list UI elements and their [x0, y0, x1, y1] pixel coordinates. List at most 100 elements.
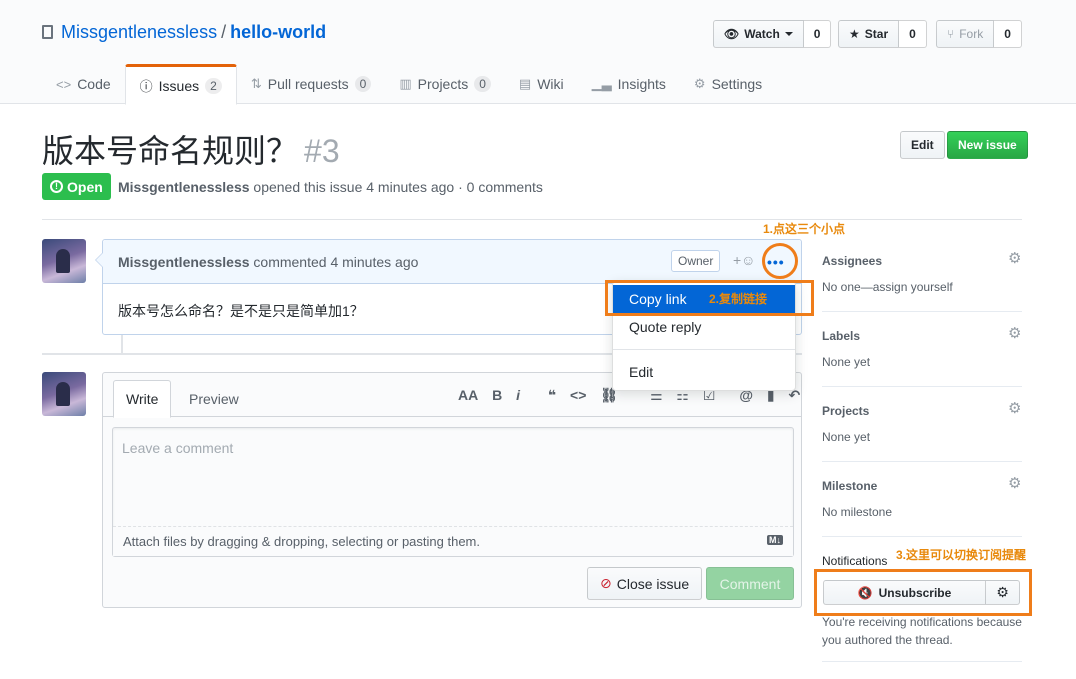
- issue-meta: Missgentlenessless opened this issue 4 m…: [118, 179, 543, 195]
- header-text-icon[interactable]: AA: [458, 387, 478, 403]
- sidebar-divider: [822, 311, 1022, 312]
- book-icon: ▤: [518, 76, 532, 91]
- repo-header: Missgentlenessless / hello-world 👁 Watch 0…: [0, 0, 1076, 105]
- tab-wiki[interactable]: ▤ Wiki: [505, 64, 578, 104]
- add-reaction-icon[interactable]: +☺: [733, 252, 755, 268]
- assignees-heading[interactable]: Assignees: [822, 254, 1022, 268]
- issue-title: 版本号命名规则？ #3: [42, 126, 340, 172]
- gear-icon[interactable]: ⚙: [1008, 401, 1022, 416]
- fork-button[interactable]: ⑂ Fork: [936, 20, 995, 48]
- tab-issues[interactable]: ⓘ Issues 2: [124, 64, 237, 105]
- repo-nav: <> Code ⓘ Issues 2 ⇅ Pull requests 0 ▥ P…: [42, 64, 776, 105]
- tab-issues-label: Issues: [158, 77, 200, 94]
- sidebar-labels: Labels ⚙ None yet: [822, 326, 1022, 369]
- star-label: Star: [864, 27, 889, 41]
- notifications-note: You're receiving notifications because y…: [822, 615, 1022, 647]
- annotation-step1: 1.点这三个小点: [763, 222, 846, 236]
- comment-body: 版本号怎么命名？是不是只是简单加1？: [118, 303, 364, 319]
- tab-code[interactable]: <> Code: [42, 64, 125, 104]
- fork-icon: ⑂: [947, 27, 955, 41]
- sidebar-divider: [822, 461, 1022, 462]
- gear-icon[interactable]: ⚙: [1008, 251, 1022, 266]
- issue-opened-icon: ⓘ: [139, 79, 153, 94]
- annotation-step2: 2.复制链接: [709, 292, 768, 306]
- attach-files-text: Attach files by dragging & dropping, sel…: [123, 534, 480, 549]
- edit-title-button[interactable]: Edit: [900, 131, 945, 159]
- star-group: ★ Star 0: [838, 20, 927, 48]
- tab-wiki-label: Wiki: [537, 76, 564, 92]
- fork-group: ⑂ Fork 0: [936, 20, 1022, 48]
- comment-button[interactable]: Comment: [706, 567, 794, 600]
- sidebar-projects: Projects ⚙ None yet: [822, 401, 1022, 444]
- labels-heading[interactable]: Labels: [822, 329, 1022, 343]
- gear-icon[interactable]: ⚙: [1008, 326, 1022, 341]
- sidebar-assignees: Assignees ⚙ No one—assign yourself: [822, 251, 1022, 294]
- italic-icon[interactable]: i: [516, 387, 520, 403]
- tab-insights-label: Insights: [617, 76, 666, 92]
- labels-value: None yet: [822, 355, 871, 369]
- attach-files-bar[interactable]: Attach files by dragging & dropping, sel…: [113, 526, 793, 556]
- projects-heading[interactable]: Projects: [822, 404, 1022, 418]
- comment-author-link[interactable]: Missgentlenessless: [118, 254, 250, 270]
- star-icon: ★: [849, 27, 860, 41]
- dropdown-divider: [613, 349, 795, 350]
- repo-name-link[interactable]: hello-world: [230, 22, 326, 42]
- close-issue-button[interactable]: ⊘ Close issue: [587, 567, 703, 600]
- tab-insights[interactable]: ▁▃ Insights: [578, 64, 680, 104]
- gear-icon[interactable]: ⚙: [1008, 476, 1022, 491]
- new-comment-form: Write Preview AA B i ❝ <> ⛓ ☰ ☷ ☑ @ ▮ ↶ …: [102, 372, 802, 608]
- assignees-value[interactable]: No one—assign yourself: [822, 280, 1022, 294]
- tab-settings[interactable]: ⚙ Settings: [680, 64, 776, 104]
- repo-icon: [42, 25, 53, 39]
- bold-icon[interactable]: B: [492, 387, 502, 403]
- code-icon[interactable]: <>: [570, 387, 586, 403]
- timeline-connector: [121, 335, 123, 353]
- star-button[interactable]: ★ Star: [838, 20, 900, 48]
- graph-icon: ▁▃: [591, 76, 612, 91]
- sidebar-divider: [822, 661, 1022, 662]
- repo-owner-link[interactable]: Missgentlenessless: [61, 22, 217, 42]
- repo-title: Missgentlenessless / hello-world: [42, 22, 326, 43]
- edit-menu-item[interactable]: Edit: [613, 358, 795, 386]
- tab-projects-label: Projects: [417, 76, 469, 92]
- tab-settings-label: Settings: [711, 76, 763, 92]
- annotation-box-unsubscribe: [814, 569, 1032, 616]
- sidebar-divider: [822, 386, 1022, 387]
- tab-write[interactable]: Write: [113, 380, 172, 418]
- watch-group: 👁 Watch 0: [713, 20, 832, 48]
- issue-state-label: Open: [67, 178, 103, 195]
- quote-icon[interactable]: ❝: [548, 387, 556, 403]
- fork-count[interactable]: 0: [994, 20, 1022, 48]
- owner-label: Owner: [671, 250, 721, 272]
- tab-code-label: Code: [77, 76, 111, 92]
- fork-label: Fork: [959, 27, 984, 41]
- tab-projects[interactable]: ▥ Projects 0: [385, 64, 505, 104]
- milestone-heading[interactable]: Milestone: [822, 479, 1022, 493]
- star-count[interactable]: 0: [899, 20, 927, 48]
- new-issue-button[interactable]: New issue: [947, 131, 1028, 159]
- repo-separator: /: [221, 22, 227, 42]
- comment-header: Missgentlenessless commented 4 minutes a…: [103, 240, 801, 284]
- tab-preview[interactable]: Preview: [177, 380, 251, 418]
- issue-author-link[interactable]: Missgentlenessless: [118, 179, 250, 195]
- comment-author-line: Missgentlenessless commented 4 minutes a…: [118, 254, 418, 270]
- issue-state-badge: ! Open: [42, 173, 111, 200]
- watch-button[interactable]: 👁 Watch: [713, 20, 804, 48]
- comment-textarea[interactable]: Leave a comment Attach files by dragging…: [112, 427, 794, 557]
- quote-reply-menu-item[interactable]: Quote reply: [613, 313, 795, 341]
- avatar[interactable]: [42, 239, 86, 283]
- tab-pull-requests[interactable]: ⇅ Pull requests 0: [237, 64, 386, 104]
- milestone-value: No milestone: [822, 505, 893, 519]
- project-icon: ▥: [399, 76, 412, 91]
- comment-time[interactable]: commented 4 minutes ago: [253, 254, 418, 270]
- avatar[interactable]: [42, 372, 86, 416]
- watch-count[interactable]: 0: [803, 20, 832, 48]
- chevron-down-icon: [784, 32, 793, 36]
- sidebar-milestone: Milestone ⚙ No milestone: [822, 476, 1022, 519]
- tab-pull-requests-label: Pull requests: [267, 76, 349, 92]
- gear-icon: ⚙: [693, 76, 706, 91]
- sidebar-divider: [822, 536, 1022, 537]
- markdown-icon[interactable]: M↓: [767, 535, 783, 545]
- issue-number: #3: [304, 133, 340, 169]
- issue-closed-icon: ⊘: [600, 575, 612, 591]
